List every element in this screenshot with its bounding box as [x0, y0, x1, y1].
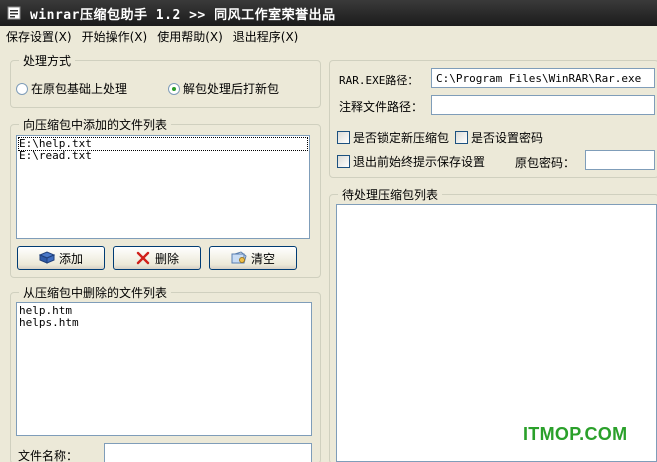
processing-mode-legend: 处理方式 [23, 54, 72, 68]
menu-save-settings[interactable]: 保存设置(X) [6, 28, 72, 45]
rar-path-label: RAR.EXE路径： [339, 74, 419, 87]
list-item[interactable]: helps.htm [19, 317, 309, 329]
menu-start[interactable]: 开始操作(X) [82, 28, 148, 45]
set-password-label: 是否设置密码 [471, 131, 544, 145]
remove-files-list[interactable]: help.htm helps.htm [16, 302, 312, 436]
set-password-box[interactable] [455, 131, 468, 144]
prompt-save-checkbox[interactable]: 退出前始终提示保存设置 [337, 153, 485, 170]
lock-archive-checkbox[interactable]: 是否锁定新压缩包 [337, 129, 449, 146]
clear-icon [231, 250, 247, 266]
title-bar[interactable]: winrar压缩包助手 1.2 >> 同风工作室荣誉出品 [0, 0, 657, 26]
comment-path-label: 注释文件路径： [339, 100, 424, 114]
add-button[interactable]: 添加 [17, 246, 105, 270]
delete-button[interactable]: 删除 [113, 246, 201, 270]
prompt-save-box[interactable] [337, 155, 350, 168]
radio-in-place-indicator[interactable] [16, 82, 28, 95]
radio-repack-indicator[interactable] [168, 82, 180, 95]
book-icon [38, 250, 55, 266]
add-button-label: 添加 [58, 251, 83, 266]
app-icon [6, 5, 22, 21]
menu-exit[interactable]: 退出程序(X) [233, 28, 299, 45]
clear-button[interactable]: 清空 [209, 246, 297, 270]
set-password-checkbox[interactable]: 是否设置密码 [455, 129, 543, 146]
clear-button-label: 清空 [250, 251, 275, 266]
delete-x-icon [135, 250, 151, 266]
remove-files-legend: 从压缩包中删除的文件列表 [23, 286, 168, 300]
filename-label: 文件名称： [18, 449, 79, 462]
lock-archive-label: 是否锁定新压缩包 [353, 131, 450, 145]
add-files-legend: 向压缩包中添加的文件列表 [23, 118, 168, 132]
comment-path-input[interactable] [431, 95, 655, 115]
radio-repack[interactable]: 解包处理后打新包 [168, 80, 279, 97]
rar-path-input[interactable]: C:\Program Files\WinRAR\Rar.exe [431, 68, 655, 88]
delete-button-label: 删除 [154, 251, 179, 266]
prompt-save-label: 退出前始终提示保存设置 [353, 155, 486, 169]
window-title: winrar压缩包助手 1.2 >> 同风工作室荣誉出品 [30, 7, 336, 23]
orig-password-input[interactable] [585, 150, 655, 170]
radio-in-place-label: 在原包基础上处理 [31, 82, 128, 96]
filename-input[interactable] [104, 443, 312, 462]
orig-password-label: 原包密码： [515, 156, 576, 170]
radio-in-place[interactable]: 在原包基础上处理 [16, 80, 127, 97]
watermark-text: ITMOP.COM [523, 424, 628, 444]
add-files-list[interactable]: E:\help.txt E:\read.txt [16, 135, 310, 239]
menu-help[interactable]: 使用帮助(X) [157, 28, 223, 45]
pending-archives-legend: 待处理压缩包列表 [342, 188, 439, 202]
list-item[interactable]: E:\read.txt [19, 150, 307, 162]
menu-bar: 保存设置(X) 开始操作(X) 使用帮助(X) 退出程序(X) [0, 26, 657, 46]
radio-repack-label: 解包处理后打新包 [183, 82, 280, 96]
lock-archive-box[interactable] [337, 131, 350, 144]
